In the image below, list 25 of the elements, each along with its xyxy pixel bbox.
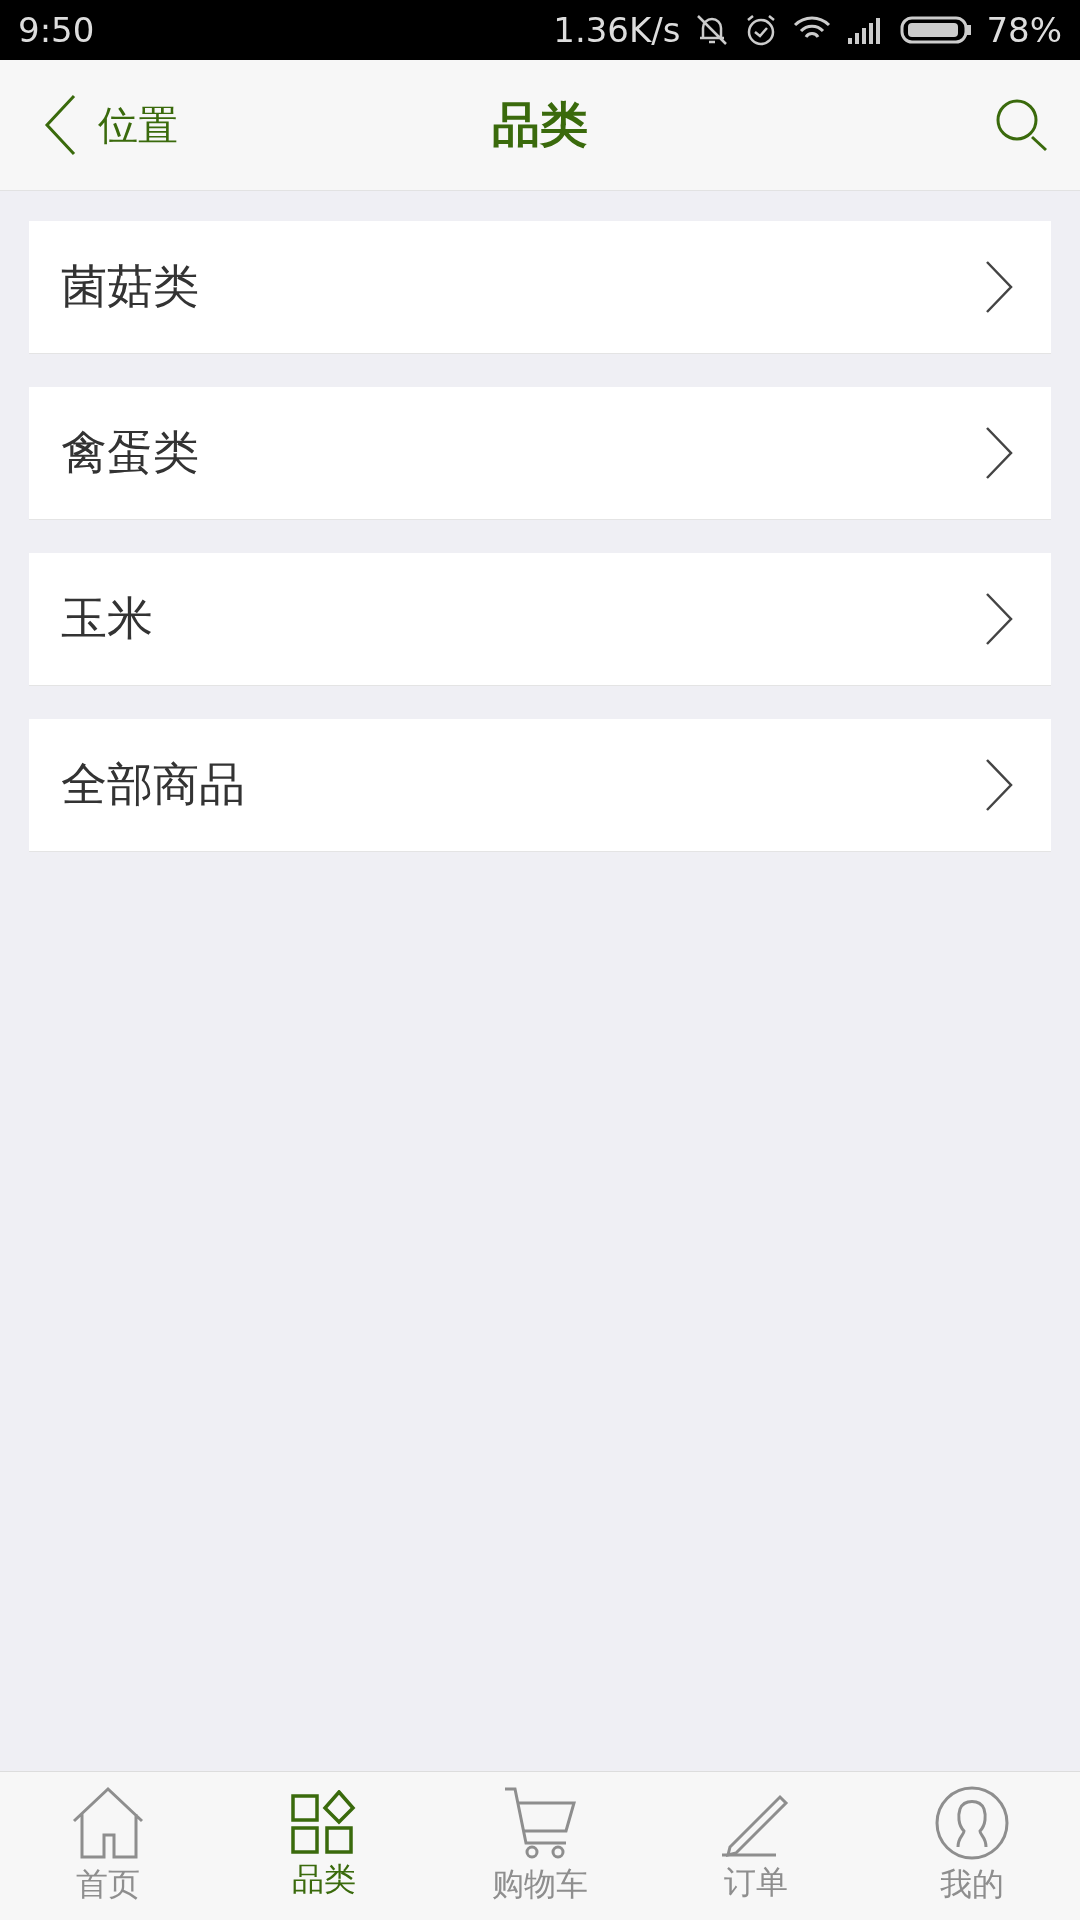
chevron-right-icon (985, 592, 1013, 646)
battery-percent: 78% (986, 10, 1062, 50)
back-button[interactable]: 位置 (44, 94, 178, 156)
home-icon (70, 1785, 146, 1861)
chevron-right-icon (985, 426, 1013, 480)
tab-item[interactable]: 品类 (216, 1772, 432, 1920)
battery-icon (900, 16, 973, 44)
status-time: 9:50 (18, 10, 95, 50)
category-item[interactable]: 玉米 (29, 553, 1051, 686)
tab-item[interactable]: 订单 (648, 1772, 864, 1920)
search-icon (994, 97, 1050, 153)
network-speed: 1.36K/s (553, 10, 681, 50)
chevron-left-icon (44, 94, 76, 156)
category-item[interactable]: 菌菇类 (29, 221, 1051, 354)
user-icon (934, 1785, 1010, 1861)
search-button[interactable] (994, 97, 1050, 153)
tab-item[interactable]: 我的 (864, 1772, 1080, 1920)
category-item[interactable]: 禽蛋类 (29, 387, 1051, 520)
chevron-right-icon (985, 758, 1013, 812)
cart-icon (502, 1785, 578, 1861)
category-item[interactable]: 全部商品 (29, 719, 1051, 852)
tab-item[interactable]: 首页 (0, 1772, 216, 1920)
page-title: 品类 (492, 95, 588, 154)
chevron-right-icon (985, 260, 1013, 314)
tab-item[interactable]: 购物车 (432, 1772, 648, 1920)
